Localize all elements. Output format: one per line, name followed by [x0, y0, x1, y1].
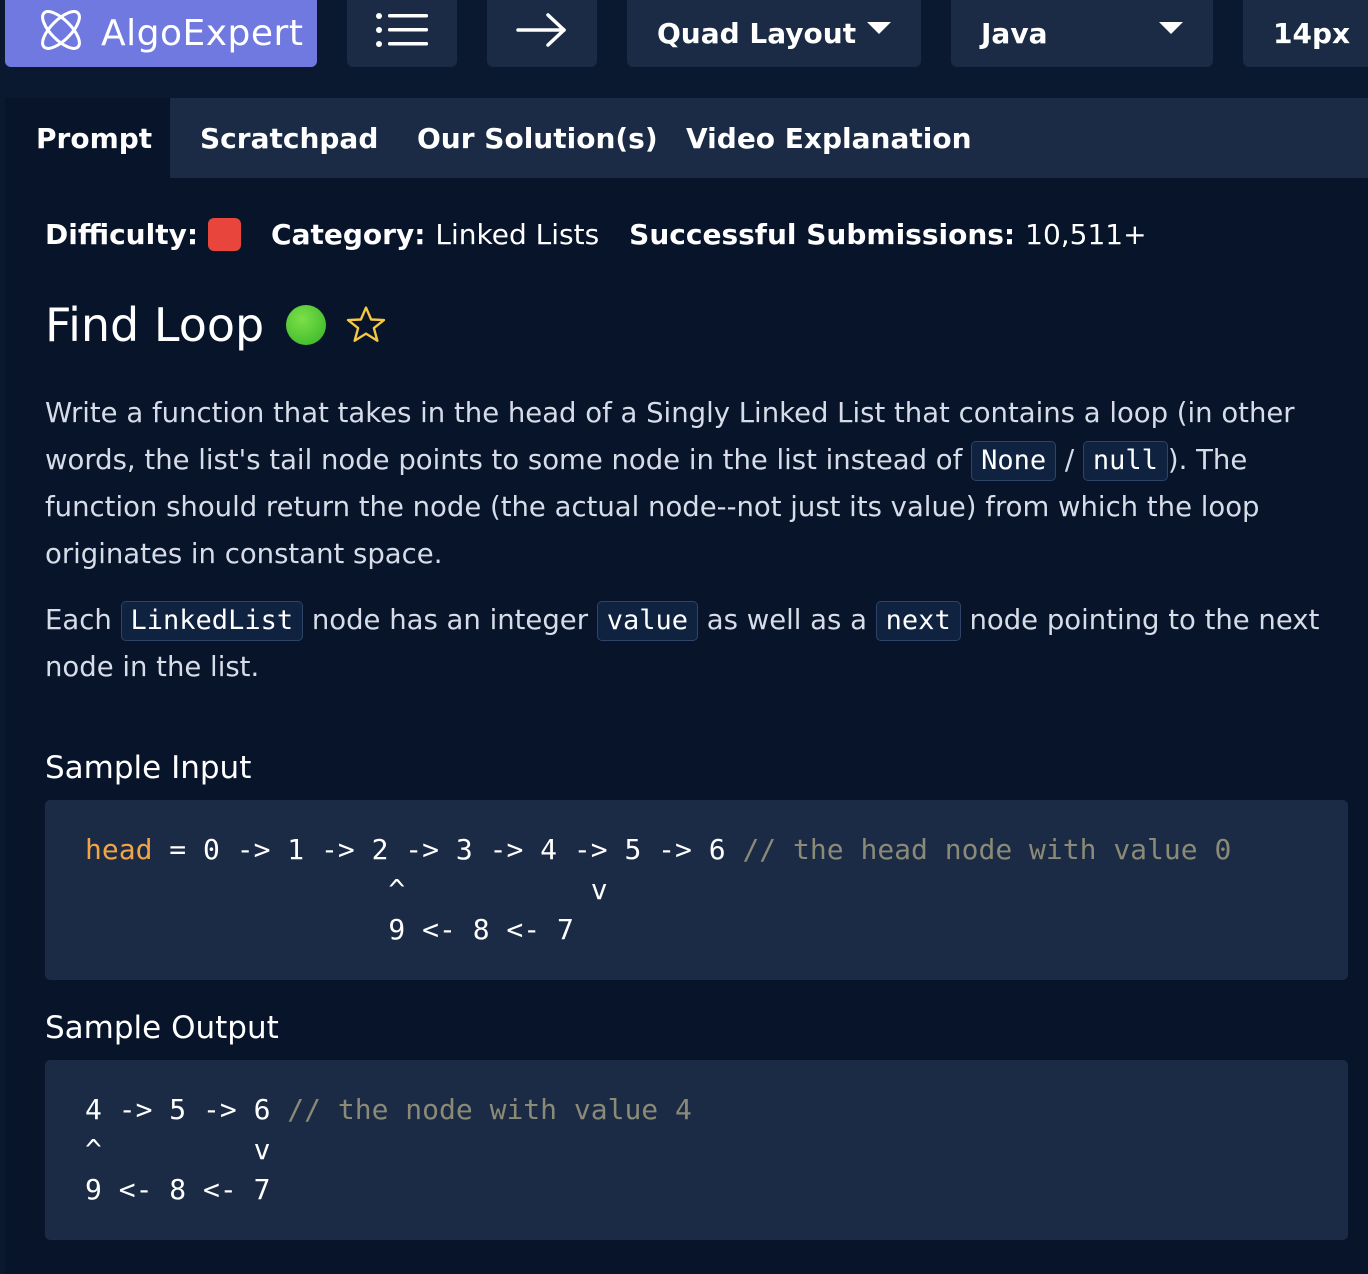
- code-line: ^ v: [85, 1133, 271, 1166]
- difficulty-label: Difficulty:: [45, 218, 199, 251]
- prompt-paragraph-1: Write a function that takes in the head …: [45, 390, 1335, 578]
- code-comment: // the head node with value 0: [742, 833, 1232, 866]
- inline-code-none: None: [971, 441, 1057, 481]
- code-line: 9 <- 8 <- 7: [85, 1173, 271, 1206]
- inline-code-linkedlist: LinkedList: [120, 601, 304, 641]
- submissions-label: Successful Submissions:: [629, 218, 1016, 251]
- question-meta: Difficulty: Category: Linked Lists Succe…: [45, 218, 1147, 251]
- tab-label: Prompt: [36, 121, 153, 155]
- tab-video-explanation[interactable]: Video Explanation: [686, 98, 972, 178]
- inline-code-null: null: [1082, 441, 1168, 481]
- language-dropdown[interactable]: Java: [951, 0, 1213, 67]
- submissions-value: 10,511+: [1025, 218, 1147, 251]
- code-comment: // the node with value 4: [287, 1093, 692, 1126]
- layout-dropdown[interactable]: Quad Layout: [627, 0, 921, 67]
- sample-output-code: 4 -> 5 -> 6 // the node with value 4 ^ v…: [45, 1060, 1348, 1240]
- atom-icon: [35, 4, 87, 63]
- tab-scratchpad[interactable]: Scratchpad: [200, 98, 378, 178]
- chevron-down-icon: [867, 22, 891, 34]
- sample-output-heading: Sample Output: [45, 1010, 279, 1046]
- code-line: = 0 -> 1 -> 2 -> 3 -> 4 -> 5 -> 6: [152, 833, 743, 866]
- logo-text: AlgoExpert: [101, 13, 304, 54]
- tab-bar: Prompt Scratchpad Our Solution(s) Video …: [5, 98, 1368, 178]
- question-title-row: Find Loop: [45, 298, 388, 352]
- sample-input-code: head = 0 -> 1 -> 2 -> 3 -> 4 -> 5 -> 6 /…: [45, 800, 1348, 980]
- code-line: 9 <- 8 <- 7: [85, 913, 574, 946]
- tab-label: Scratchpad: [200, 121, 379, 155]
- prompt-text: Each: [45, 604, 121, 636]
- chevron-down-icon: [1159, 22, 1183, 34]
- code-line: 4 -> 5 -> 6: [85, 1093, 288, 1126]
- star-icon[interactable]: [344, 303, 388, 347]
- question-title: Find Loop: [45, 298, 265, 352]
- menu-button[interactable]: [347, 0, 457, 67]
- difficulty-badge: [208, 218, 242, 251]
- next-button[interactable]: [487, 0, 597, 67]
- prompt-panel: Prompt Scratchpad Our Solution(s) Video …: [5, 98, 1368, 1274]
- sample-input-heading: Sample Input: [45, 750, 252, 786]
- algoexpert-logo[interactable]: AlgoExpert: [5, 0, 317, 67]
- font-size-dropdown[interactable]: 14px: [1243, 0, 1368, 67]
- layout-dropdown-label: Quad Layout: [657, 17, 857, 50]
- code-line: ^ v: [85, 873, 608, 906]
- inline-code-next: next: [875, 601, 961, 641]
- prompt-text: /: [1056, 444, 1083, 476]
- font-size-label: 14px: [1273, 17, 1351, 50]
- arrow-right-icon: [516, 12, 568, 55]
- prompt-text: as well as a: [698, 604, 876, 636]
- category-value: Linked Lists: [435, 218, 600, 251]
- tab-our-solutions[interactable]: Our Solution(s): [417, 98, 658, 178]
- prompt-text: node has an integer: [303, 604, 597, 636]
- tab-label: Our Solution(s): [417, 121, 658, 155]
- completion-status-icon: [286, 305, 327, 345]
- list-menu-icon: [376, 12, 428, 55]
- category-label: Category:: [271, 218, 426, 251]
- top-toolbar: AlgoExpert Quad Layout Java 14px: [0, 0, 1368, 98]
- tab-prompt[interactable]: Prompt: [5, 98, 170, 178]
- code-keyword: head: [85, 833, 153, 866]
- prompt-paragraph-2: Each LinkedList node has an integer valu…: [45, 597, 1335, 691]
- tab-label: Video Explanation: [686, 121, 972, 155]
- inline-code-value: value: [596, 601, 699, 641]
- language-dropdown-label: Java: [981, 17, 1048, 50]
